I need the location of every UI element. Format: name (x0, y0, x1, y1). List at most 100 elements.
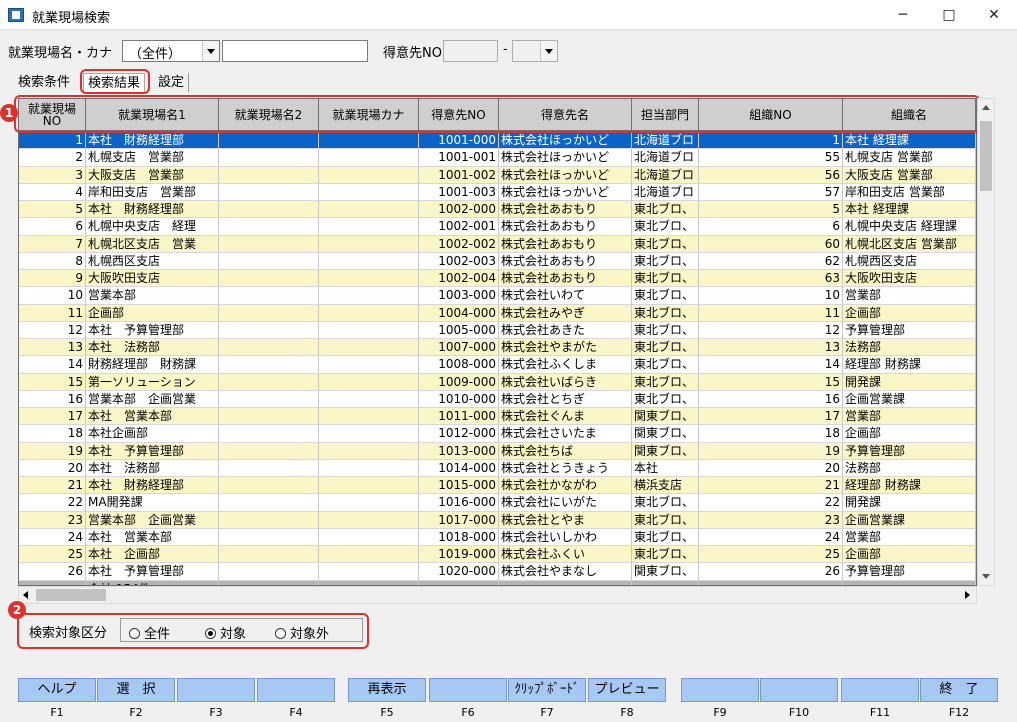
cell-org-no[interactable]: 10 (699, 287, 843, 305)
cell-department[interactable]: 東北ブロ、 (632, 321, 699, 339)
cell-org-no[interactable]: 23 (699, 511, 843, 529)
cell-org-name[interactable]: 札幌北区支店 営業部 (843, 235, 976, 253)
cell-client-no[interactable]: 1011-000 (419, 408, 499, 426)
table-row[interactable]: 21 本社 財務経理部 1015-000 株式会社かながわ 横浜支店 21 経理部 財務課 (19, 477, 976, 495)
cell-client-name[interactable]: 株式会社とやま (499, 511, 632, 529)
scroll-up-icon[interactable] (978, 99, 994, 116)
cell-site-name1[interactable]: 本社 財務経理部 (86, 477, 219, 495)
cell-site-kana[interactable] (319, 390, 419, 408)
table-row[interactable]: 25 本社 企画部 1019-000 株式会社ふくい 東北ブロ、 25 企画部 (19, 546, 976, 564)
cell-site-name2[interactable] (219, 477, 319, 495)
cell-org-no[interactable]: 60 (699, 235, 843, 253)
cell-site-name2[interactable] (219, 321, 319, 339)
tab-search-conditions[interactable]: 検索条件 (14, 73, 74, 92)
cell-org-name[interactable]: 企画営業課 (843, 390, 976, 408)
cell-org-no[interactable]: 19 (699, 442, 843, 460)
table-row[interactable]: 9 大阪吹田支店 1002-004 株式会社あおもり 東北ブロ、 63 大阪吹田支店 (19, 270, 976, 288)
table-row[interactable]: 16 営業本部 企画営業 1010-000 株式会社とちぎ 東北ブロ、 16 企画営業課 (19, 390, 976, 408)
cell-client-no[interactable]: 1014-000 (419, 459, 499, 477)
cell-site-name2[interactable] (219, 425, 319, 443)
cell-department[interactable]: 東北ブロ、 (632, 546, 699, 564)
cell-org-name[interactable]: 札幌中央支店 経理課 (843, 218, 976, 236)
cell-site-name2[interactable] (219, 408, 319, 426)
cell-site-name2[interactable] (219, 373, 319, 391)
cell-org-name[interactable]: 開発課 (843, 373, 976, 391)
fkey-button-f8[interactable]: プレビュー (588, 678, 666, 702)
cell-department[interactable]: 北海道ブロ (632, 183, 699, 201)
fkey-button-f1[interactable]: ヘルプ (18, 678, 96, 702)
cell-site-no[interactable]: 13 (19, 339, 86, 357)
cell-site-kana[interactable] (319, 356, 419, 374)
cell-site-name1[interactable]: 企画部 (86, 304, 219, 322)
cell-org-name[interactable]: 企画部 (843, 546, 976, 564)
scroll-thumb[interactable] (36, 589, 106, 601)
cell-site-kana[interactable] (319, 149, 419, 167)
cell-client-no[interactable]: 1007-000 (419, 339, 499, 357)
table-row[interactable]: 14 財務経理部 財務課 1008-000 株式会社ふくしま 東北ブロ、 14 経理部 財務… (19, 356, 976, 374)
cell-site-kana[interactable] (319, 166, 419, 184)
cell-site-name1[interactable]: 札幌中央支店 経理 (86, 218, 219, 236)
cell-department[interactable]: 北海道ブロ (632, 149, 699, 167)
maximize-button[interactable]: □ (926, 0, 972, 30)
table-row[interactable]: 24 本社 営業本部 1018-000 株式会社いしかわ 東北ブロ、 24 営業部 (19, 528, 976, 546)
cell-client-name[interactable]: 株式会社みやぎ (499, 304, 632, 322)
cell-site-name2[interactable] (219, 287, 319, 305)
cell-site-no[interactable]: 26 (19, 563, 86, 581)
cell-client-name[interactable]: 株式会社ほっかいど (499, 166, 632, 184)
cell-client-no[interactable]: 1020-000 (419, 563, 499, 581)
cell-client-name[interactable]: 株式会社ほっかいど (499, 149, 632, 167)
vertical-scrollbar[interactable] (977, 98, 995, 586)
cell-site-no[interactable]: 25 (19, 546, 86, 564)
fkey-button-f10[interactable] (760, 678, 838, 702)
cell-org-no[interactable]: 22 (699, 494, 843, 512)
cell-site-kana[interactable] (319, 511, 419, 529)
cell-site-name2[interactable] (219, 252, 319, 270)
cell-client-no[interactable]: 1002-004 (419, 270, 499, 288)
cell-site-no[interactable]: 9 (19, 270, 86, 288)
table-row[interactable]: 13 本社 法務部 1007-000 株式会社やまがた 東北ブロ、 13 法務部 (19, 339, 976, 357)
table-row[interactable]: 8 札幌西区支店 1002-003 株式会社あおもり 東北ブロ、 62 札幌西区支店 (19, 252, 976, 270)
cell-site-kana[interactable] (319, 528, 419, 546)
fkey-button-f6[interactable] (429, 678, 507, 702)
cell-site-kana[interactable] (319, 235, 419, 253)
cell-org-no[interactable]: 18 (699, 425, 843, 443)
cell-site-name1[interactable]: 本社 予算管理部 (86, 321, 219, 339)
table-row[interactable]: 26 本社 予算管理部 1020-000 株式会社やまなし 関東ブロ、 26 予算管理部 (19, 563, 976, 581)
cell-org-name[interactable]: 岸和田支店 営業部 (843, 183, 976, 201)
fkey-button-f4[interactable] (257, 678, 335, 702)
fkey-button-f2[interactable]: 選 択 (97, 678, 175, 702)
cell-client-name[interactable]: 株式会社やまがた (499, 339, 632, 357)
cell-client-name[interactable]: 株式会社にいがた (499, 494, 632, 512)
cell-org-name[interactable]: 経理部 財務課 (843, 356, 976, 374)
cell-site-name1[interactable]: 大阪吹田支店 (86, 270, 219, 288)
cell-site-kana[interactable] (319, 425, 419, 443)
cell-site-kana[interactable] (319, 183, 419, 201)
cell-site-kana[interactable] (319, 442, 419, 460)
cell-site-no[interactable]: 21 (19, 477, 86, 495)
table-row[interactable]: 7 札幌北区支店 営業 1002-002 株式会社あおもり 東北ブロ、 60 札幌北区支店 … (19, 235, 976, 253)
cell-org-no[interactable]: 13 (699, 339, 843, 357)
cell-org-no[interactable]: 5 (699, 201, 843, 219)
cell-site-name1[interactable]: 本社 営業本部 (86, 528, 219, 546)
cell-site-name1[interactable]: MA開発課 (86, 494, 219, 512)
cell-org-name[interactable]: 札幌西区支店 (843, 252, 976, 270)
cell-client-name[interactable]: 株式会社あおもり (499, 235, 632, 253)
cell-org-name[interactable]: 営業部 (843, 287, 976, 305)
cell-client-no[interactable]: 1010-000 (419, 390, 499, 408)
cell-client-name[interactable]: 株式会社いしかわ (499, 528, 632, 546)
cell-site-kana[interactable] (319, 459, 419, 477)
cell-department[interactable]: 横浜支店 (632, 477, 699, 495)
cell-org-name[interactable]: 予算管理部 (843, 321, 976, 339)
cell-department[interactable]: 東北ブロ、 (632, 270, 699, 288)
radio-all[interactable]: 全件 (129, 623, 170, 642)
cell-site-name2[interactable] (219, 546, 319, 564)
results-grid[interactable]: 就業現場 NO 就業現場名1 就業現場名2 就業現場カナ 得意先NO 得意先名 … (18, 98, 977, 586)
cell-client-name[interactable]: 株式会社あおもり (499, 201, 632, 219)
cell-site-kana[interactable] (319, 201, 419, 219)
cell-client-name[interactable]: 株式会社あおもり (499, 270, 632, 288)
cell-site-name1[interactable]: 大阪支店 営業部 (86, 166, 219, 184)
cell-org-no[interactable]: 26 (699, 563, 843, 581)
cell-site-name2[interactable] (219, 356, 319, 374)
scroll-thumb[interactable] (980, 121, 992, 191)
cell-site-name2[interactable] (219, 304, 319, 322)
